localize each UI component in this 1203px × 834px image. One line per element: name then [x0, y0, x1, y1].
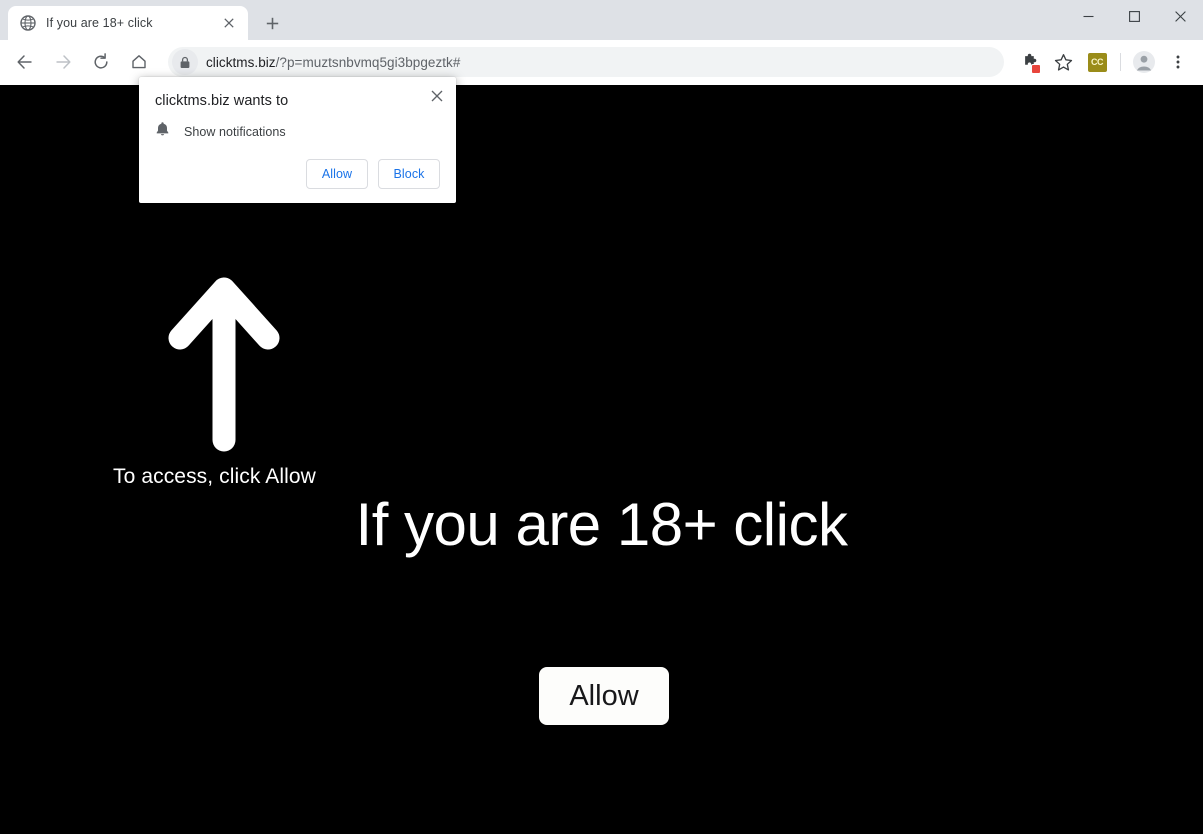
close-icon[interactable]: [1157, 0, 1203, 32]
new-tab-button[interactable]: [258, 9, 286, 37]
dialog-block-button[interactable]: Block: [378, 159, 440, 189]
globe-icon: [20, 15, 36, 31]
home-icon[interactable]: [123, 46, 155, 78]
cc-extension-icon[interactable]: CC: [1082, 47, 1112, 77]
address-bar[interactable]: clicktms.biz/?p=muztsnbvmq5gi3bpgeztk#: [168, 47, 1004, 77]
tab-strip: If you are 18+ click: [0, 0, 1203, 40]
forward-arrow-icon[interactable]: [47, 46, 79, 78]
permission-request-label: Show notifications: [184, 124, 286, 139]
window-controls: [1065, 0, 1203, 32]
permission-request-row: Show notifications: [155, 121, 286, 142]
url-path: /?p=muztsnbvmq5gi3bpgeztk#: [275, 54, 461, 70]
notification-permission-dialog: clicktms.biz wants to Show notifications…: [139, 77, 456, 203]
lock-icon[interactable]: [172, 49, 198, 75]
star-icon[interactable]: [1048, 47, 1078, 77]
dialog-actions: Allow Block: [306, 159, 440, 189]
browser-tab[interactable]: If you are 18+ click: [8, 6, 248, 40]
up-arrow-icon: [168, 270, 280, 452]
dialog-close-icon[interactable]: [426, 85, 448, 107]
avatar-icon[interactable]: [1129, 47, 1159, 77]
close-tab-icon[interactable]: [220, 14, 238, 32]
bell-icon: [155, 121, 170, 142]
three-dot-menu-icon[interactable]: [1163, 47, 1193, 77]
url-text: clicktms.biz/?p=muztsnbvmq5gi3bpgeztk#: [206, 55, 460, 70]
reload-icon[interactable]: [85, 46, 117, 78]
page-title: If you are 18+ click: [355, 491, 848, 558]
dialog-allow-button[interactable]: Allow: [306, 159, 368, 189]
extension-alert-badge: [1031, 64, 1041, 74]
toolbar-divider: [1120, 53, 1121, 71]
back-arrow-icon[interactable]: [9, 46, 41, 78]
allow-button[interactable]: Allow: [539, 667, 669, 725]
tab-title: If you are 18+ click: [46, 16, 153, 30]
browser-window: If you are 18+ click clicktms.biz/?p=muz…: [0, 0, 1203, 834]
puzzle-piece-icon[interactable]: [1014, 47, 1044, 77]
maximize-icon[interactable]: [1111, 0, 1157, 32]
minimize-icon[interactable]: [1065, 0, 1111, 32]
cc-extension-label: CC: [1087, 52, 1107, 72]
instruction-text: To access, click Allow: [113, 465, 316, 488]
dialog-title: clicktms.biz wants to: [155, 93, 289, 109]
url-host: clicktms.biz: [206, 54, 276, 70]
